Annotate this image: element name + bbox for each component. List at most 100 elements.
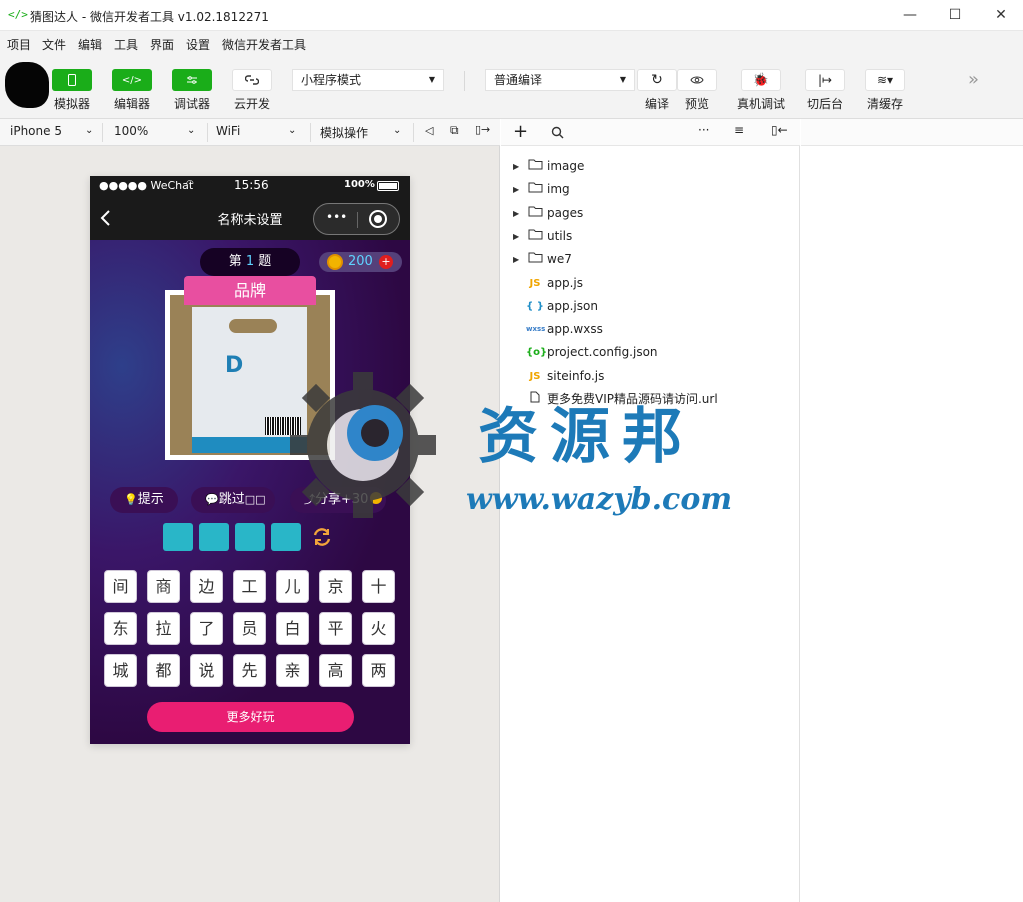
bag-handle-hole — [229, 319, 277, 333]
file-item[interactable]: { } app.json — [501, 295, 800, 318]
skip-button[interactable]: 💬跳过□□ — [191, 487, 275, 513]
folder-item[interactable]: ▶ pages — [501, 202, 800, 225]
bag-stripe — [192, 437, 307, 453]
layout-toggle-icon[interactable]: ▯← — [771, 123, 788, 137]
close-button[interactable]: ✕ — [987, 5, 1015, 25]
menu-item-interface[interactable]: 界面 — [150, 36, 174, 53]
compile-button[interactable]: ↻ — [637, 69, 677, 91]
collapse-icon[interactable]: ≡ — [734, 123, 744, 137]
letter-key[interactable]: 都 — [147, 654, 180, 687]
letter-key[interactable]: 京 — [319, 570, 352, 603]
clear-cache-button[interactable]: ≋▾ — [865, 69, 905, 91]
menu-item-file[interactable]: 文件 — [42, 36, 66, 53]
mode-select[interactable]: 小程序模式 ▼ — [292, 69, 444, 91]
clear-cache-label: 清缓存 — [866, 97, 903, 111]
remote-debug-label: 真机调试 — [736, 97, 785, 111]
debugger-toggle-button[interactable] — [172, 69, 212, 91]
answer-slot[interactable] — [235, 523, 265, 551]
chevron-down-icon: ⌄ — [288, 125, 297, 136]
letter-key[interactable]: 白 — [276, 612, 309, 645]
folder-item[interactable]: ▶ img — [501, 178, 800, 201]
editor-toggle-button[interactable]: </> — [112, 69, 152, 91]
answer-slot[interactable] — [199, 523, 229, 551]
remote-debug-button[interactable]: 🐞 — [741, 69, 781, 91]
detach-icon[interactable]: ▯→ — [475, 123, 490, 136]
operation-select[interactable]: 模拟操作 ⌄ — [320, 124, 401, 141]
folder-item[interactable]: ▶ we7 — [501, 248, 800, 271]
volume-icon[interactable]: ◁ — [425, 124, 433, 137]
expand-arrow-icon[interactable]: ▶ — [513, 248, 519, 271]
letter-key[interactable]: 工 — [233, 570, 266, 603]
phone-screen: ●●●●● WeChat ◠ 15:56 100% 名称未设置 ••• 第 1 … — [90, 176, 410, 744]
more-options-icon[interactable]: ··· — [698, 123, 709, 137]
menu-item-edit[interactable]: 编辑 — [78, 36, 102, 53]
letter-key[interactable]: 高 — [319, 654, 352, 687]
expand-arrow-icon[interactable]: ▶ — [513, 225, 519, 248]
more-games-button[interactable]: 更多好玩 — [147, 702, 354, 732]
folder-item[interactable]: ▶ utils — [501, 225, 800, 248]
cloud-dev-label: 云开发 — [233, 97, 270, 111]
close-capsule-icon[interactable] — [369, 210, 387, 228]
chevron-down-icon: ⌄ — [393, 125, 402, 136]
menu-item-project[interactable]: 项目 — [7, 36, 31, 53]
letter-key[interactable]: 间 — [104, 570, 137, 603]
divider — [207, 123, 208, 142]
file-name: image — [547, 159, 585, 173]
letter-key[interactable]: 拉 — [147, 612, 180, 645]
network-select[interactable]: WiFi ⌄ — [216, 124, 296, 138]
share-button[interactable]: ⤴分享+30 — [290, 487, 386, 513]
refresh-icon[interactable] — [311, 526, 333, 548]
letter-key[interactable]: 儿 — [276, 570, 309, 603]
letter-key[interactable]: 城 — [104, 654, 137, 687]
folder-item[interactable]: ▶ image — [501, 155, 800, 178]
letter-key[interactable]: 两 — [362, 654, 395, 687]
menu-item-tools[interactable]: 工具 — [114, 36, 138, 53]
more-dots-icon[interactable]: ••• — [326, 210, 347, 224]
compile-mode-select[interactable]: 普通编译 ▼ — [485, 69, 635, 91]
letter-key[interactable]: 十 — [362, 570, 395, 603]
answer-slot[interactable] — [163, 523, 193, 551]
file-item[interactable]: JS app.js — [501, 272, 800, 295]
letter-key[interactable]: 说 — [190, 654, 223, 687]
user-avatar[interactable] — [5, 62, 49, 108]
category-ribbon: 品牌 — [184, 276, 316, 305]
background-button[interactable]: |↦ — [805, 69, 845, 91]
file-item[interactable]: wxss app.wxss — [501, 318, 800, 341]
device-select[interactable]: iPhone 5 ⌄ — [10, 124, 93, 138]
divider — [102, 123, 103, 142]
puzzle-image: D — [165, 290, 335, 460]
file-item[interactable]: 更多免费VIP精品源码请访问.url — [501, 388, 800, 411]
letter-key[interactable]: 商 — [147, 570, 180, 603]
cloud-dev-button[interactable] — [232, 69, 272, 91]
file-item[interactable]: JS siteinfo.js — [501, 365, 800, 388]
expand-arrow-icon[interactable]: ▶ — [513, 202, 519, 225]
letter-key[interactable]: 员 — [233, 612, 266, 645]
simulator-toggle-button[interactable] — [52, 69, 92, 91]
letter-key[interactable]: 先 — [233, 654, 266, 687]
answer-slot[interactable] — [271, 523, 301, 551]
zoom-select[interactable]: 100% ⌄ — [114, 124, 195, 138]
minimize-button[interactable]: — — [896, 5, 924, 25]
expand-arrow-icon[interactable]: ▶ — [513, 178, 519, 201]
compile-label: 编译 — [644, 97, 669, 111]
maximize-button[interactable]: ☐ — [941, 5, 969, 25]
letter-key[interactable]: 平 — [319, 612, 352, 645]
file-item[interactable]: {o} project.config.json — [501, 341, 800, 364]
add-coins-icon[interactable]: + — [379, 255, 393, 269]
clock-time: 15:56 — [234, 178, 269, 192]
window-icon[interactable]: ⧉ — [450, 123, 459, 138]
sliders-icon — [187, 76, 197, 84]
letter-key[interactable]: 东 — [104, 612, 137, 645]
menu-item-wechat-devtools[interactable]: 微信开发者工具 — [222, 36, 306, 53]
letter-key[interactable]: 了 — [190, 612, 223, 645]
preview-button[interactable] — [677, 69, 717, 91]
menu-item-settings[interactable]: 设置 — [186, 36, 210, 53]
expand-arrow-icon[interactable]: ▶ — [513, 155, 519, 178]
letter-key[interactable]: 火 — [362, 612, 395, 645]
more-tools-icon[interactable]: » — [968, 69, 979, 90]
letter-key[interactable]: 边 — [190, 570, 223, 603]
letter-key[interactable]: 亲 — [276, 654, 309, 687]
add-file-icon[interactable]: + — [513, 121, 528, 142]
search-icon[interactable] — [551, 126, 564, 139]
hint-button[interactable]: 💡提示 — [110, 487, 178, 513]
